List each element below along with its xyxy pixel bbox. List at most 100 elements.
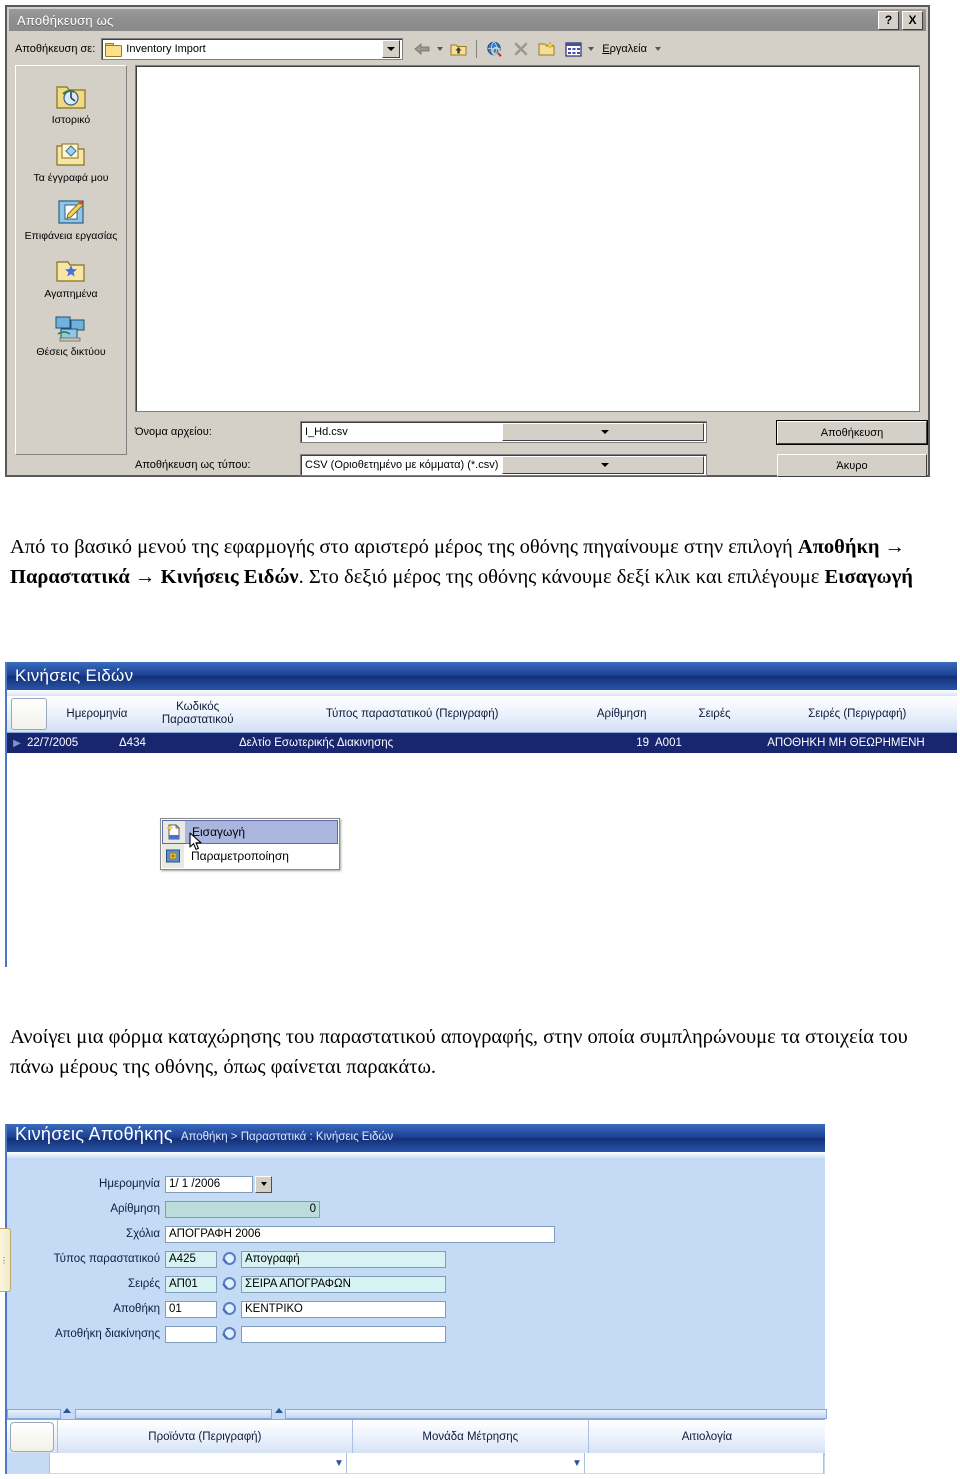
field-label-warehouse: Αποθήκη	[113, 1303, 160, 1315]
toolbar-icons: Εργαλεία	[411, 39, 661, 60]
splitter-row[interactable]	[7, 1407, 827, 1419]
page-title: Κινήσεις Αποθήκης	[15, 1124, 173, 1144]
favorites-icon	[54, 256, 88, 286]
warehouse-code-input[interactable]: 01	[165, 1300, 217, 1318]
help-button[interactable]: ?	[878, 10, 899, 30]
para1-arrow1: →	[879, 536, 906, 558]
file-name-chevron-down-icon[interactable]	[501, 423, 704, 441]
column-header-doc-code[interactable]: Κωδικός Παραστατικού	[143, 701, 253, 727]
magnifier-icon[interactable]	[220, 1301, 238, 1317]
save-in-label: Αποθήκευση σε:	[15, 43, 96, 55]
breadcrumb: Αποθήκη > Παραστατικά : Κινήσεις Ειδών	[180, 1131, 394, 1143]
chevron-down-icon[interactable]	[382, 40, 401, 58]
place-item-my-documents[interactable]: Τα έγγραφά μου	[16, 140, 126, 184]
para1-bold3: Κινήσεις Ειδών	[160, 566, 299, 588]
warehouse-movements-title: Κινήσεις Αποθήκης Αποθήκη > Παραστατικά …	[7, 1124, 825, 1152]
cell-series: A001	[655, 737, 682, 749]
detail-column-header-products[interactable]: Προϊόντα (Περιγραφή)	[57, 1420, 352, 1454]
field-row-series: Σειρές ΑΠ01 ΣΕΙΡΑ ΑΠΟΓΡΑΦΩΝ	[15, 1274, 446, 1294]
close-icon[interactable]: X	[902, 10, 923, 30]
back-dropdown-icon[interactable]	[437, 47, 444, 51]
chevron-down-icon[interactable]: ▼	[332, 1458, 346, 1469]
file-name-value: I_Hd.csv	[305, 426, 348, 438]
save-button[interactable]: Αποθήκευση	[776, 420, 928, 445]
save-as-title: Αποθήκευση ως	[17, 12, 114, 28]
field-label-doc-type: Τύπος παραστατικού	[53, 1253, 160, 1265]
file-type-select[interactable]: CSV (Οριοθετημένο με κόμματα) (*.csv)	[300, 454, 707, 476]
place-item-network[interactable]: Θέσεις δικτύου	[16, 314, 126, 358]
column-header-numbering[interactable]: Αρίθμηση	[572, 708, 672, 721]
splitter-tick-right-icon	[275, 1408, 283, 1413]
magnifier-icon[interactable]	[220, 1326, 238, 1342]
new-folder-icon[interactable]	[536, 39, 558, 60]
tools-dropdown-icon[interactable]	[654, 47, 661, 51]
file-type-value: CSV (Οριοθετημένο με κόμματα) (*.csv)	[305, 459, 499, 471]
place-label: Επιφάνεια εργασίας	[24, 230, 118, 242]
up-one-level-icon[interactable]	[447, 39, 469, 60]
save-as-titlebar: Αποθήκευση ως ? X	[9, 9, 926, 31]
detail-row-selector[interactable]	[7, 1453, 50, 1473]
place-item-desktop[interactable]: Επιφάνεια εργασίας	[16, 198, 126, 242]
detail-cell-unit[interactable]: ▼	[347, 1453, 585, 1473]
column-header-date[interactable]: Ημερομηνία	[51, 708, 143, 721]
warehouse-desc-input[interactable]: ΚΕΝΤΡΙΚΟ	[241, 1300, 446, 1318]
detail-grid-row[interactable]: ▼ ▼	[7, 1453, 825, 1473]
table-row[interactable]: ▶ 22/7/2005 Δ434 Δελτίο Εσωτερικής Διακι…	[7, 733, 957, 753]
series-desc-input[interactable]: ΣΕΙΡΑ ΑΠΟΓΡΑΦΩΝ	[241, 1275, 446, 1293]
file-name-input[interactable]: I_Hd.csv	[300, 421, 707, 443]
detail-column-header-reason[interactable]: Αιτιολογία	[587, 1420, 825, 1454]
grid-column-headers: Ημερομηνία Κωδικός Παραστατικού Τύπος πα…	[7, 696, 957, 733]
cell-doc-type: Δελτίο Εσωτερικής Διακινησης	[239, 737, 394, 749]
warehouse-movements-window: Κινήσεις Αποθήκης Αποθήκη > Παραστατικά …	[5, 1124, 827, 1474]
doc-type-desc-input[interactable]: Απογραφή	[241, 1250, 446, 1268]
transfer-warehouse-code-input[interactable]	[165, 1325, 217, 1343]
grid-empty-body[interactable]	[7, 753, 957, 967]
file-name-label: Όνομα αρχείου:	[135, 426, 212, 438]
place-item-favorites[interactable]: Αγαπημένα	[16, 256, 126, 300]
date-input[interactable]: 1/ 1 /2006	[165, 1175, 253, 1193]
para1-part1: Από το βασικό μενού της εφαρμογής στο αρ…	[10, 536, 798, 558]
cancel-button[interactable]: Άκυρο	[777, 454, 927, 477]
side-panel-tab[interactable]: ⋮	[0, 1228, 11, 1292]
field-label-transfer-warehouse: Αποθήκη διακίνησης	[54, 1328, 160, 1340]
splitter-left[interactable]	[7, 1409, 61, 1419]
file-type-chevron-down-icon[interactable]	[501, 456, 704, 474]
detail-cell-products[interactable]: ▼	[50, 1453, 347, 1473]
transfer-warehouse-desc-input[interactable]	[241, 1325, 446, 1343]
field-row-transfer-warehouse: Αποθήκη διακίνησης	[15, 1324, 446, 1344]
form-fields: Ημερομηνία 1/ 1 /2006 Αρίθμηση 0 Σχόλια …	[15, 1160, 825, 1400]
search-web-icon[interactable]	[484, 39, 506, 60]
history-folder-icon	[54, 82, 88, 112]
tools-menu-label[interactable]: Εργαλεία	[602, 43, 647, 55]
series-code-input[interactable]: ΑΠ01	[165, 1275, 217, 1293]
splitter-middle[interactable]	[75, 1409, 272, 1419]
my-documents-icon	[54, 140, 88, 170]
splitter-right[interactable]	[285, 1409, 827, 1419]
field-row-warehouse: Αποθήκη 01 ΚΕΝΤΡΙΚΟ	[15, 1299, 446, 1319]
back-arrow-icon[interactable]	[411, 39, 433, 60]
item-movements-title: Κινήσεις Ειδών	[7, 662, 957, 690]
calendar-chevron-down-icon[interactable]	[255, 1175, 272, 1193]
new-document-icon	[166, 824, 182, 840]
column-header-series-desc[interactable]: Σειρές (Περιγραφή)	[757, 708, 957, 721]
detail-column-header-unit[interactable]: Μονάδα Μέτρησης	[351, 1420, 588, 1454]
views-icon[interactable]	[562, 39, 584, 60]
place-item-history[interactable]: Ιστορικό	[16, 82, 126, 126]
field-row-numbering: Αρίθμηση 0	[15, 1199, 320, 1219]
file-list-area[interactable]	[135, 65, 920, 412]
field-label-series: Σειρές	[127, 1278, 160, 1290]
views-dropdown-icon[interactable]	[588, 47, 595, 51]
column-header-series[interactable]: Σειρές	[672, 708, 758, 721]
column-header-doc-type[interactable]: Τύπος παραστατικού (Περιγραφή)	[253, 708, 572, 721]
chevron-down-icon[interactable]: ▼	[570, 1458, 584, 1469]
select-all-box[interactable]	[11, 698, 47, 730]
detail-select-all-box[interactable]	[10, 1422, 54, 1452]
delete-icon[interactable]	[510, 39, 532, 60]
magnifier-icon[interactable]	[220, 1276, 238, 1292]
comments-input[interactable]: ΑΠΟΓΡΑΦΗ 2006	[165, 1225, 555, 1243]
save-in-combo[interactable]: Inventory Import	[101, 38, 404, 60]
doc-type-code-input[interactable]: Α425	[165, 1250, 217, 1268]
save-in-value: Inventory Import	[126, 43, 206, 55]
magnifier-icon[interactable]	[220, 1251, 238, 1267]
detail-cell-reason[interactable]	[585, 1453, 824, 1473]
